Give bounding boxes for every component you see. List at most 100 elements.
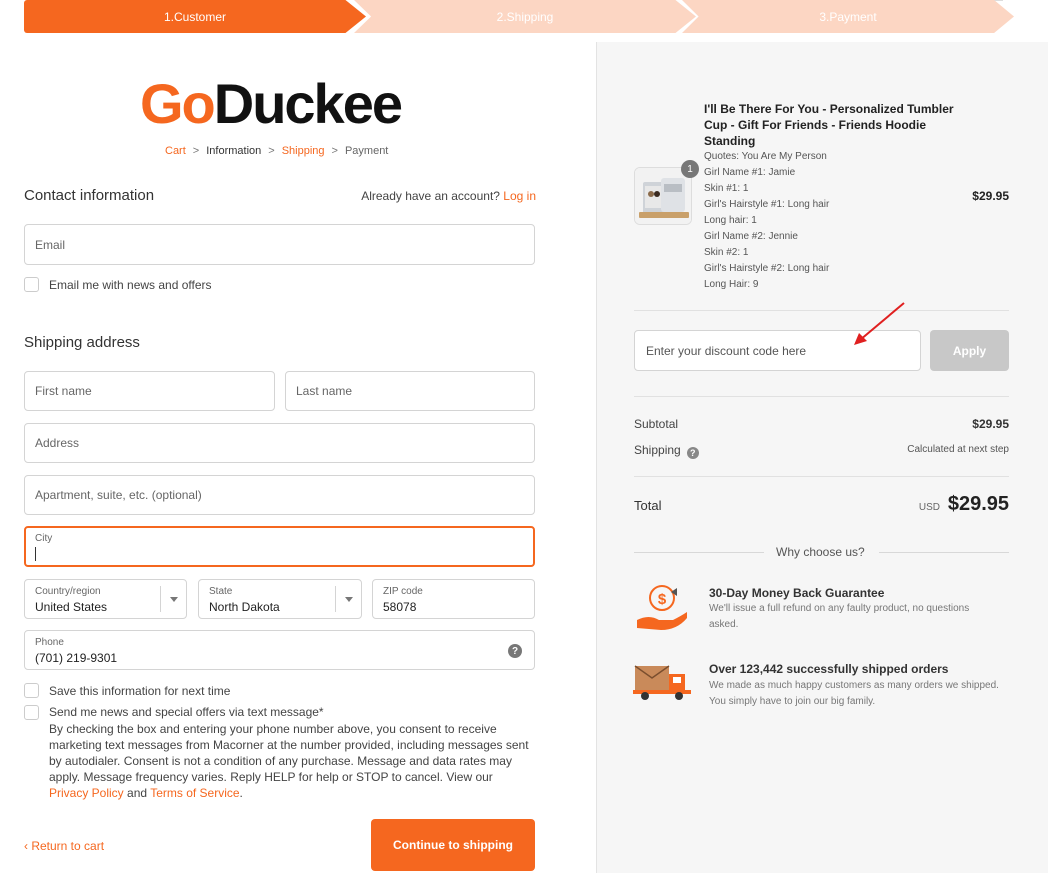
shipping-label: Shipping [634,443,681,457]
product-option: Long hair: 1 [704,215,757,226]
contact-title: Contact information [24,187,155,204]
save-info-checkbox[interactable] [24,683,39,698]
city-label: City [35,533,53,544]
subtotal-value: $29.95 [972,417,1009,431]
step-payment[interactable]: 3.Payment [682,0,1014,33]
total-currency: USD [918,502,940,513]
logo-duckee: Duckee [213,72,403,135]
return-to-cart-link[interactable]: ‹ Return to cart [24,839,104,853]
product-options: Quotes: You Are My Person Girl Name #1: … [704,149,829,293]
product-option: Girl Name #1: Jamie [704,167,796,178]
consent-and: and [127,786,148,800]
apartment-field[interactable]: Apartment, suite, etc. (optional) [24,475,535,515]
consent-period: . [239,786,243,800]
breadcrumb-cart[interactable]: Cart [165,145,186,157]
chevron-down-icon [160,586,186,612]
breadcrumb-payment: Payment [344,145,389,157]
terms-link[interactable]: Terms of Service [150,786,239,800]
logo-go: Go [140,72,216,135]
feature-desc: We made as much happy customers as many … [709,680,999,707]
shipping-label-row: Shipping? [634,443,699,459]
news-checkbox[interactable] [24,277,39,292]
product-option: Quotes: You Are My Person [704,151,827,162]
total-label: Total [634,498,662,513]
breadcrumb-information: Information [206,145,262,157]
tumbler-image-icon [635,168,691,224]
product-option: Girl's Hairstyle #1: Long hair [704,199,830,210]
privacy-policy-link[interactable]: Privacy Policy [49,786,124,800]
why-choose-title: Why choose us? [776,545,865,559]
step-customer[interactable]: 1.Customer [24,0,366,33]
last-name-field[interactable]: Last name [285,371,535,411]
divider [634,396,1009,397]
brand-logo[interactable]: GoDuckee [140,76,403,132]
country-label: Country/region [35,586,101,597]
product-option: Girl's Hairstyle #2: Long hair [704,263,830,274]
city-field[interactable]: City [24,526,535,567]
discount-placeholder: Enter your discount code here [646,344,807,358]
shipping-title: Shipping address [24,334,140,351]
breadcrumb-shipping[interactable]: Shipping [282,145,325,157]
annotation-arrow-icon [854,302,905,345]
product-option: Skin #2: 1 [704,247,749,258]
divider [879,552,1009,553]
divider [634,476,1009,477]
email-placeholder: Email [35,237,66,252]
zip-value: 58078 [383,600,417,614]
country-value: United States [35,600,108,614]
step-shipping[interactable]: 2.Shipping [354,0,696,33]
state-value: North Dakota [209,600,280,614]
feature-desc: We'll issue a full refund on any faulty … [709,603,970,630]
breadcrumb: Cart > Information > Shipping > Payment [165,145,388,157]
svg-text:$: $ [658,591,667,608]
help-icon[interactable]: ? [508,644,522,658]
login-link[interactable]: Log in [503,189,536,203]
email-field[interactable]: Email [24,224,535,265]
phone-label: Phone [35,637,64,648]
product-title: I'll Be There For You - Personalized Tum… [704,102,954,148]
last-name-placeholder: Last name [296,384,353,398]
zip-field[interactable]: ZIP code 58078 [372,579,535,619]
apply-discount-button[interactable]: Apply [930,330,1009,371]
product-option: Skin #1: 1 [704,183,749,194]
product-option: Girl Name #2: Jennie [704,231,798,242]
country-select[interactable]: Country/region United States [24,579,187,619]
account-prompt: Already have an account? Log in [361,189,536,203]
text-caret [35,547,36,561]
zip-label: ZIP code [383,586,423,597]
state-label: State [209,586,233,597]
delivery-truck-icon [633,665,691,700]
divider [634,552,764,553]
divider [634,310,1009,311]
chevron-right-icon: > [331,145,338,157]
continue-to-shipping-button[interactable]: Continue to shipping [371,819,535,871]
subtotal-label: Subtotal [634,417,679,431]
checkout-steps: 1.Customer 2.Shipping 3.Payment [24,0,1014,33]
total-value: $29.95 [947,493,1009,515]
shipping-value: Calculated at next step [907,444,1009,455]
phone-field[interactable]: Phone (701) 219-9301 ? [24,630,535,670]
sms-consent-text: By checking the box and entering your ph… [49,721,533,801]
feature-title: Over 123,442 successfully shipped orders [709,662,949,676]
product-option: Long Hair: 9 [704,279,759,290]
state-select[interactable]: State North Dakota [198,579,362,619]
sms-checkbox[interactable] [24,705,39,720]
chevron-down-icon [335,586,361,612]
question-icon[interactable]: ? [686,447,699,459]
chevron-right-icon: > [268,145,275,157]
save-info-label: Save this information for next time [49,684,231,698]
first-name-field[interactable]: First name [24,371,275,411]
news-checkbox-label: Email me with news and offers [49,278,212,292]
first-name-placeholder: First name [35,384,92,398]
account-prompt-text: Already have an account? [361,189,500,203]
address-placeholder: Address [35,436,80,450]
address-field[interactable]: Address [24,423,535,463]
product-price: $29.95 [972,189,1009,203]
quantity-badge: 1 [681,160,699,178]
chevron-right-icon: > [192,145,200,157]
sms-label: Send me news and special offers via text… [49,705,324,719]
money-back-icon: $ [637,585,687,630]
feature-title: 30-Day Money Back Guarantee [709,586,885,600]
consent-body: By checking the box and entering your ph… [49,722,529,784]
apartment-placeholder: Apartment, suite, etc. (optional) [35,488,202,502]
